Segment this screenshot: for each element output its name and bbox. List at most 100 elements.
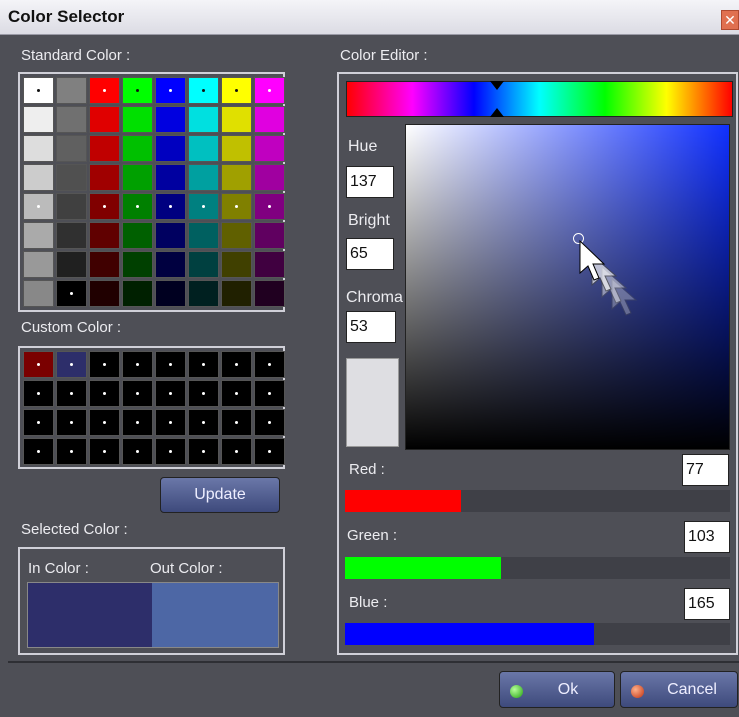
custom-color-swatch[interactable] bbox=[155, 438, 186, 465]
standard-color-swatch[interactable] bbox=[122, 222, 153, 249]
custom-color-swatch[interactable] bbox=[23, 380, 54, 407]
custom-color-swatch[interactable] bbox=[122, 409, 153, 436]
custom-color-swatch[interactable] bbox=[122, 438, 153, 465]
custom-color-swatch[interactable] bbox=[221, 351, 252, 378]
custom-color-swatch[interactable] bbox=[188, 380, 219, 407]
custom-color-swatch[interactable] bbox=[254, 380, 285, 407]
blue-input[interactable] bbox=[684, 588, 730, 620]
standard-color-swatch[interactable] bbox=[155, 280, 186, 307]
standard-color-swatch[interactable] bbox=[221, 193, 252, 220]
standard-color-swatch[interactable] bbox=[188, 193, 219, 220]
standard-color-swatch[interactable] bbox=[254, 135, 285, 162]
custom-color-swatch[interactable] bbox=[89, 409, 120, 436]
standard-color-swatch[interactable] bbox=[23, 135, 54, 162]
standard-color-swatch[interactable] bbox=[56, 135, 87, 162]
ok-button[interactable]: Ok bbox=[499, 671, 615, 708]
standard-color-swatch[interactable] bbox=[155, 77, 186, 104]
standard-color-swatch[interactable] bbox=[23, 222, 54, 249]
standard-color-swatch[interactable] bbox=[89, 77, 120, 104]
red-slider[interactable] bbox=[345, 490, 730, 512]
standard-color-swatch[interactable] bbox=[23, 251, 54, 278]
standard-color-swatch[interactable] bbox=[254, 106, 285, 133]
standard-color-swatch[interactable] bbox=[122, 193, 153, 220]
custom-color-swatch[interactable] bbox=[221, 438, 252, 465]
standard-color-swatch[interactable] bbox=[155, 222, 186, 249]
custom-color-swatch[interactable] bbox=[155, 380, 186, 407]
standard-color-swatch[interactable] bbox=[221, 222, 252, 249]
standard-color-swatch[interactable] bbox=[221, 106, 252, 133]
blue-slider[interactable] bbox=[345, 623, 730, 645]
standard-color-swatch[interactable] bbox=[254, 280, 285, 307]
standard-color-swatch[interactable] bbox=[254, 251, 285, 278]
standard-color-swatch[interactable] bbox=[23, 193, 54, 220]
standard-color-swatch[interactable] bbox=[23, 106, 54, 133]
standard-color-swatch[interactable] bbox=[155, 135, 186, 162]
standard-color-swatch[interactable] bbox=[221, 164, 252, 191]
standard-color-swatch[interactable] bbox=[155, 251, 186, 278]
saturation-brightness-field[interactable] bbox=[405, 124, 730, 450]
custom-color-swatch[interactable] bbox=[122, 380, 153, 407]
standard-color-swatch[interactable] bbox=[89, 280, 120, 307]
standard-color-swatch[interactable] bbox=[221, 251, 252, 278]
standard-color-swatch[interactable] bbox=[188, 164, 219, 191]
hue-marker-top-icon[interactable] bbox=[490, 81, 504, 90]
standard-color-swatch[interactable] bbox=[89, 106, 120, 133]
out-color-swatch[interactable] bbox=[152, 583, 278, 647]
standard-color-swatch[interactable] bbox=[56, 164, 87, 191]
standard-color-swatch[interactable] bbox=[155, 193, 186, 220]
standard-color-swatch[interactable] bbox=[155, 164, 186, 191]
cancel-button[interactable]: Cancel bbox=[620, 671, 738, 708]
hue-marker-bottom-icon[interactable] bbox=[490, 108, 504, 117]
chroma-input[interactable] bbox=[346, 311, 396, 343]
custom-color-swatch[interactable] bbox=[221, 409, 252, 436]
custom-color-swatch[interactable] bbox=[23, 438, 54, 465]
hue-bar[interactable] bbox=[346, 81, 733, 117]
standard-color-swatch[interactable] bbox=[254, 77, 285, 104]
custom-color-swatch[interactable] bbox=[89, 351, 120, 378]
standard-color-swatch[interactable] bbox=[23, 164, 54, 191]
custom-color-swatch[interactable] bbox=[56, 351, 87, 378]
standard-color-swatch[interactable] bbox=[122, 251, 153, 278]
standard-color-swatch[interactable] bbox=[89, 193, 120, 220]
custom-color-swatch[interactable] bbox=[23, 351, 54, 378]
standard-color-swatch[interactable] bbox=[188, 106, 219, 133]
in-color-swatch[interactable] bbox=[28, 583, 152, 647]
custom-color-swatch[interactable] bbox=[23, 409, 54, 436]
custom-color-swatch[interactable] bbox=[155, 409, 186, 436]
standard-color-swatch[interactable] bbox=[221, 135, 252, 162]
standard-color-swatch[interactable] bbox=[56, 106, 87, 133]
update-button[interactable]: Update bbox=[160, 477, 280, 513]
custom-color-swatch[interactable] bbox=[254, 351, 285, 378]
standard-color-swatch[interactable] bbox=[254, 164, 285, 191]
custom-color-swatch[interactable] bbox=[221, 380, 252, 407]
standard-color-swatch[interactable] bbox=[188, 135, 219, 162]
bright-input[interactable] bbox=[346, 238, 394, 270]
custom-color-swatch[interactable] bbox=[122, 351, 153, 378]
standard-color-swatch[interactable] bbox=[254, 193, 285, 220]
green-slider[interactable] bbox=[345, 557, 730, 579]
standard-color-swatch[interactable] bbox=[122, 135, 153, 162]
standard-color-swatch[interactable] bbox=[122, 77, 153, 104]
standard-color-swatch[interactable] bbox=[254, 222, 285, 249]
standard-color-swatch[interactable] bbox=[23, 77, 54, 104]
hue-input[interactable] bbox=[346, 166, 394, 198]
standard-color-swatch[interactable] bbox=[188, 222, 219, 249]
standard-color-swatch[interactable] bbox=[221, 77, 252, 104]
standard-color-swatch[interactable] bbox=[56, 251, 87, 278]
standard-color-swatch[interactable] bbox=[89, 135, 120, 162]
standard-color-swatch[interactable] bbox=[89, 251, 120, 278]
standard-color-swatch[interactable] bbox=[221, 280, 252, 307]
standard-color-swatch[interactable] bbox=[122, 280, 153, 307]
custom-color-swatch[interactable] bbox=[56, 409, 87, 436]
standard-color-swatch[interactable] bbox=[122, 106, 153, 133]
standard-color-swatch[interactable] bbox=[23, 280, 54, 307]
standard-color-swatch[interactable] bbox=[56, 193, 87, 220]
close-icon[interactable]: ✕ bbox=[721, 10, 739, 30]
standard-color-swatch[interactable] bbox=[89, 164, 120, 191]
standard-color-swatch[interactable] bbox=[155, 106, 186, 133]
standard-color-swatch[interactable] bbox=[122, 164, 153, 191]
standard-color-swatch[interactable] bbox=[56, 222, 87, 249]
standard-color-swatch[interactable] bbox=[89, 222, 120, 249]
custom-color-swatch[interactable] bbox=[155, 351, 186, 378]
standard-color-swatch[interactable] bbox=[188, 251, 219, 278]
